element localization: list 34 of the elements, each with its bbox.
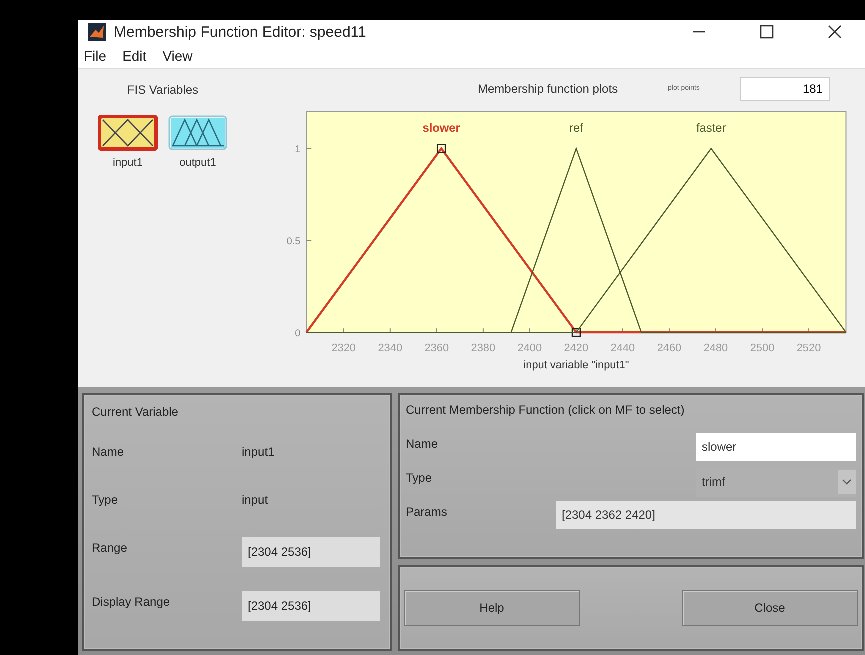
curve-label: slower [422,120,460,135]
window-title: Membership Function Editor: speed11 [114,24,368,41]
variable-label: input1 [113,157,143,169]
field-label: Display Range [92,594,172,611]
x-tick-label: 2500 [750,342,775,354]
field-label: Name [406,436,440,453]
x-axis-label: input variable "input1" [524,359,630,372]
y-tick-label: 0 [295,328,301,340]
chart-title: Membership function plots [478,82,620,96]
variable-name: input1 [242,444,276,461]
x-tick-label: 2320 [332,342,356,354]
x-tick-label: 2380 [471,342,496,354]
x-tick-label: 2360 [424,342,450,354]
panel-title: Current Membership Function (click on MF to select) [406,403,686,419]
x-tick-label: 2340 [378,342,403,354]
x-tick-label: 2440 [610,342,636,354]
panel-title: Current Variable [92,405,180,421]
fis-variables-title: FIS Variables [127,83,199,97]
field-label: Type [92,492,120,509]
field-label: Name [92,444,126,461]
y-tick-label: 1 [295,144,301,156]
curve-label: faster [696,120,726,135]
y-tick-label: 0.5 [286,236,301,248]
variable-label: output1 [180,157,216,169]
field-label: Type [406,470,434,487]
curve-label: ref [570,120,584,135]
x-tick-label: 2480 [704,342,728,354]
variable-type: input [242,492,270,509]
field-label: Range [92,540,128,557]
field-label: Params [406,504,448,521]
x-tick-label: 2460 [657,342,682,354]
x-tick-label: 2420 [564,342,589,354]
x-tick-label: 2400 [518,342,542,354]
x-tick-label: 2520 [796,342,822,354]
